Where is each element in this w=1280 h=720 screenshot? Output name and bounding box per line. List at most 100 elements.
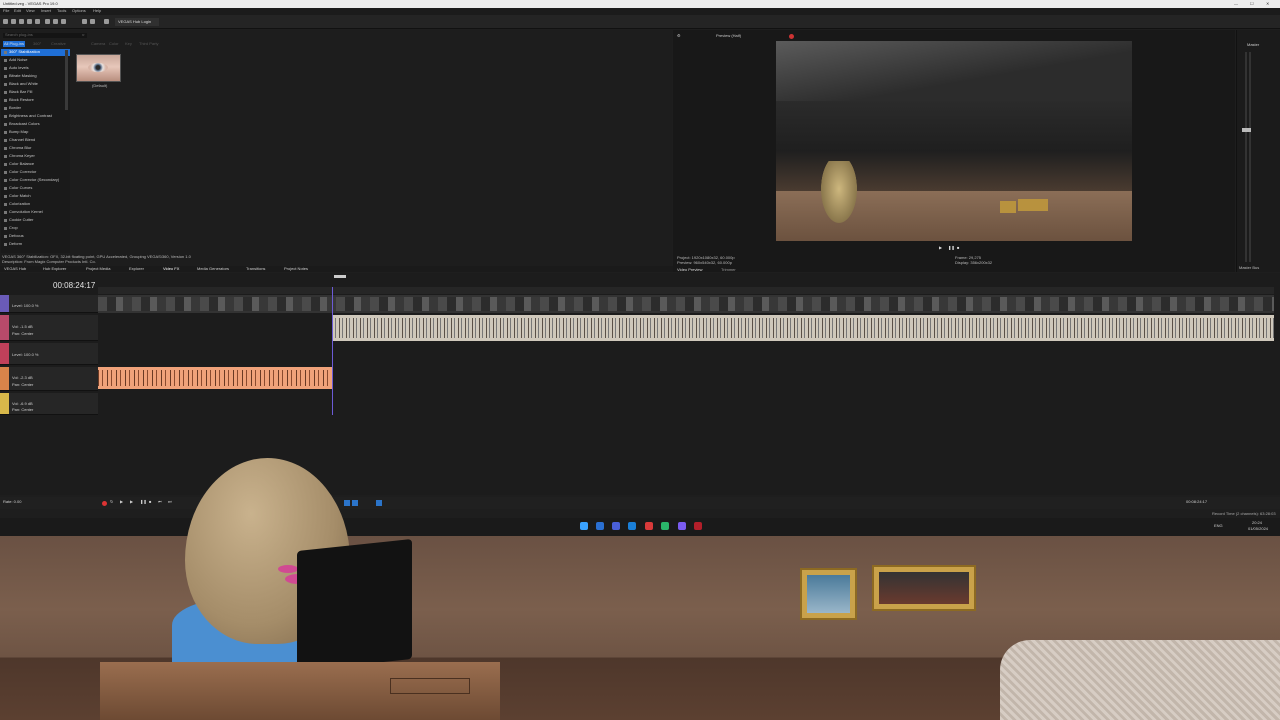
menu-file[interactable]: File bbox=[3, 9, 9, 13]
plugin-search-input[interactable]: Search plug-ins bbox=[3, 33, 87, 38]
plugin-item[interactable]: Brightness and Contrast bbox=[1, 113, 70, 120]
plugin-item[interactable]: Bump Map bbox=[1, 129, 70, 136]
undo-icon[interactable] bbox=[82, 19, 87, 24]
vegas-icon[interactable] bbox=[612, 522, 620, 530]
tab-vegas-hub[interactable]: VEGAS Hub bbox=[4, 267, 26, 271]
plugin-item[interactable]: 360° Stabilization bbox=[1, 49, 70, 56]
plugin-item[interactable]: Color Balance bbox=[1, 161, 70, 168]
timeline-ruler[interactable] bbox=[98, 287, 1274, 294]
language-indicator[interactable]: ENG bbox=[1214, 524, 1223, 528]
plugin-item[interactable]: Black Bar Fill bbox=[1, 89, 70, 96]
plugin-item[interactable]: Bitrate Masking bbox=[1, 73, 70, 80]
plugin-item[interactable]: Add Noise bbox=[1, 57, 70, 64]
tab-video-preview[interactable]: Video Preview bbox=[677, 268, 703, 272]
plugin-item[interactable]: Auto levels bbox=[1, 65, 70, 72]
plugin-item[interactable]: Cookie Cutter bbox=[1, 217, 70, 224]
search-icon[interactable]: ○ bbox=[82, 33, 84, 37]
app-icon[interactable] bbox=[694, 522, 702, 530]
plugin-item[interactable]: Chroma Keyer bbox=[1, 153, 70, 160]
timeline-scroll-thumb[interactable] bbox=[334, 275, 346, 278]
tab-media-generators[interactable]: Media Generators bbox=[197, 267, 229, 271]
plugin-item[interactable]: Chroma Blur bbox=[1, 145, 70, 152]
preview-settings-icon[interactable]: ⚙ bbox=[677, 34, 681, 38]
paste-icon[interactable] bbox=[61, 19, 66, 24]
audio-event[interactable] bbox=[98, 367, 332, 389]
track-header-video[interactable]: Level: 100.0 % bbox=[0, 343, 98, 365]
record-button[interactable] bbox=[102, 501, 107, 506]
menu-view[interactable]: View bbox=[26, 9, 35, 13]
chrome-icon[interactable] bbox=[645, 522, 653, 530]
hub-icon[interactable] bbox=[104, 19, 109, 24]
preview-pause-button[interactable]: ❚❚ bbox=[948, 246, 955, 250]
discord-icon[interactable] bbox=[678, 522, 686, 530]
plugin-item[interactable]: Block Restore bbox=[1, 97, 70, 104]
tab-all-plugins[interactable]: All Plug-ins bbox=[3, 41, 26, 47]
clock-time[interactable]: 20:24 bbox=[1252, 521, 1262, 525]
plugin-item[interactable]: Black and White bbox=[1, 81, 70, 88]
tab-video-fx[interactable]: Video FX bbox=[163, 267, 179, 271]
master-fader[interactable] bbox=[1242, 128, 1251, 132]
master-bus-tab[interactable]: Master Bus bbox=[1239, 266, 1259, 270]
edit-tool-icon[interactable] bbox=[344, 500, 350, 506]
plugin-item[interactable]: Color Match bbox=[1, 193, 70, 200]
properties-icon[interactable] bbox=[35, 19, 40, 24]
track-header-video[interactable]: Level: 100.0 % bbox=[0, 295, 98, 313]
clock-date[interactable]: 01/05/2024 bbox=[1248, 527, 1268, 531]
plugin-list-scrollbar[interactable] bbox=[65, 50, 68, 110]
tab-color[interactable]: Color bbox=[109, 42, 119, 46]
pause-button[interactable]: ❚❚ bbox=[140, 500, 147, 504]
menu-help[interactable]: Help bbox=[93, 9, 101, 13]
menu-tools[interactable]: Tools bbox=[57, 9, 66, 13]
tab-project-media[interactable]: Project Media bbox=[86, 267, 110, 271]
tab-trimmer[interactable]: Trimmer bbox=[721, 268, 736, 272]
plugin-item[interactable]: Color Corrector (Secondary) bbox=[1, 177, 70, 184]
tab-hub-explorer[interactable]: Hub Explorer bbox=[43, 267, 66, 271]
audio-event[interactable] bbox=[332, 315, 1274, 341]
tab-camera[interactable]: Camera bbox=[91, 42, 105, 46]
tab-transitions[interactable]: Transitions bbox=[246, 267, 265, 271]
redo-icon[interactable] bbox=[90, 19, 95, 24]
plugin-item[interactable]: Crop bbox=[1, 225, 70, 232]
tab-project-notes[interactable]: Project Notes bbox=[284, 267, 308, 271]
go-end-button[interactable]: ⏭ bbox=[168, 500, 172, 504]
play-button[interactable]: ▶ bbox=[130, 500, 133, 504]
plugin-item[interactable]: Color Curves bbox=[1, 185, 70, 192]
close-button[interactable]: ✕ bbox=[1266, 2, 1269, 6]
preview-quality-dropdown[interactable]: Preview (Half) bbox=[716, 34, 741, 38]
play-from-start-button[interactable]: ▶ bbox=[120, 500, 123, 504]
plugin-item[interactable]: Channel Blend bbox=[1, 137, 70, 144]
app-icon[interactable] bbox=[661, 522, 669, 530]
ripple-icon[interactable] bbox=[376, 500, 382, 506]
track-header-audio[interactable]: Vol: -2.3 dB Pan: Center bbox=[0, 367, 98, 391]
hub-login-tab[interactable]: VEGAS Hub Login bbox=[115, 18, 159, 26]
photoshop-icon[interactable] bbox=[596, 522, 604, 530]
track-header-audio[interactable]: Vol: -1.5 dB Pan: Center bbox=[0, 315, 98, 341]
tab-360[interactable]: 360° bbox=[33, 42, 41, 46]
minimize-button[interactable]: — bbox=[1234, 2, 1238, 6]
tab-creative[interactable]: Creative bbox=[51, 42, 66, 46]
snap-icon[interactable] bbox=[352, 500, 358, 506]
tab-key[interactable]: Key bbox=[125, 42, 132, 46]
new-project-icon[interactable] bbox=[3, 19, 8, 24]
menu-insert[interactable]: Insert bbox=[41, 9, 51, 13]
tab-explorer[interactable]: Explorer bbox=[129, 267, 144, 271]
cut-icon[interactable] bbox=[45, 19, 50, 24]
menu-edit[interactable]: Edit bbox=[14, 9, 21, 13]
loop-button[interactable]: ↻ bbox=[110, 500, 113, 504]
start-icon[interactable] bbox=[580, 522, 588, 530]
save-icon[interactable] bbox=[19, 19, 24, 24]
plugin-item[interactable]: Convolution Kernel bbox=[1, 209, 70, 216]
plugin-item[interactable]: Border bbox=[1, 105, 70, 112]
open-icon[interactable] bbox=[11, 19, 16, 24]
stop-button[interactable]: ■ bbox=[149, 500, 151, 504]
plugin-item[interactable]: Deform bbox=[1, 241, 70, 248]
record-icon[interactable] bbox=[789, 34, 794, 39]
copy-icon[interactable] bbox=[53, 19, 58, 24]
video-event[interactable] bbox=[98, 295, 1274, 313]
maximize-button[interactable]: ☐ bbox=[1250, 2, 1254, 6]
preview-stop-button[interactable]: ■ bbox=[957, 246, 959, 250]
plugin-item[interactable]: Color Corrector bbox=[1, 169, 70, 176]
menu-options[interactable]: Options bbox=[72, 9, 86, 13]
steam-icon[interactable] bbox=[628, 522, 636, 530]
plugin-item[interactable]: Broadcast Colors bbox=[1, 121, 70, 128]
